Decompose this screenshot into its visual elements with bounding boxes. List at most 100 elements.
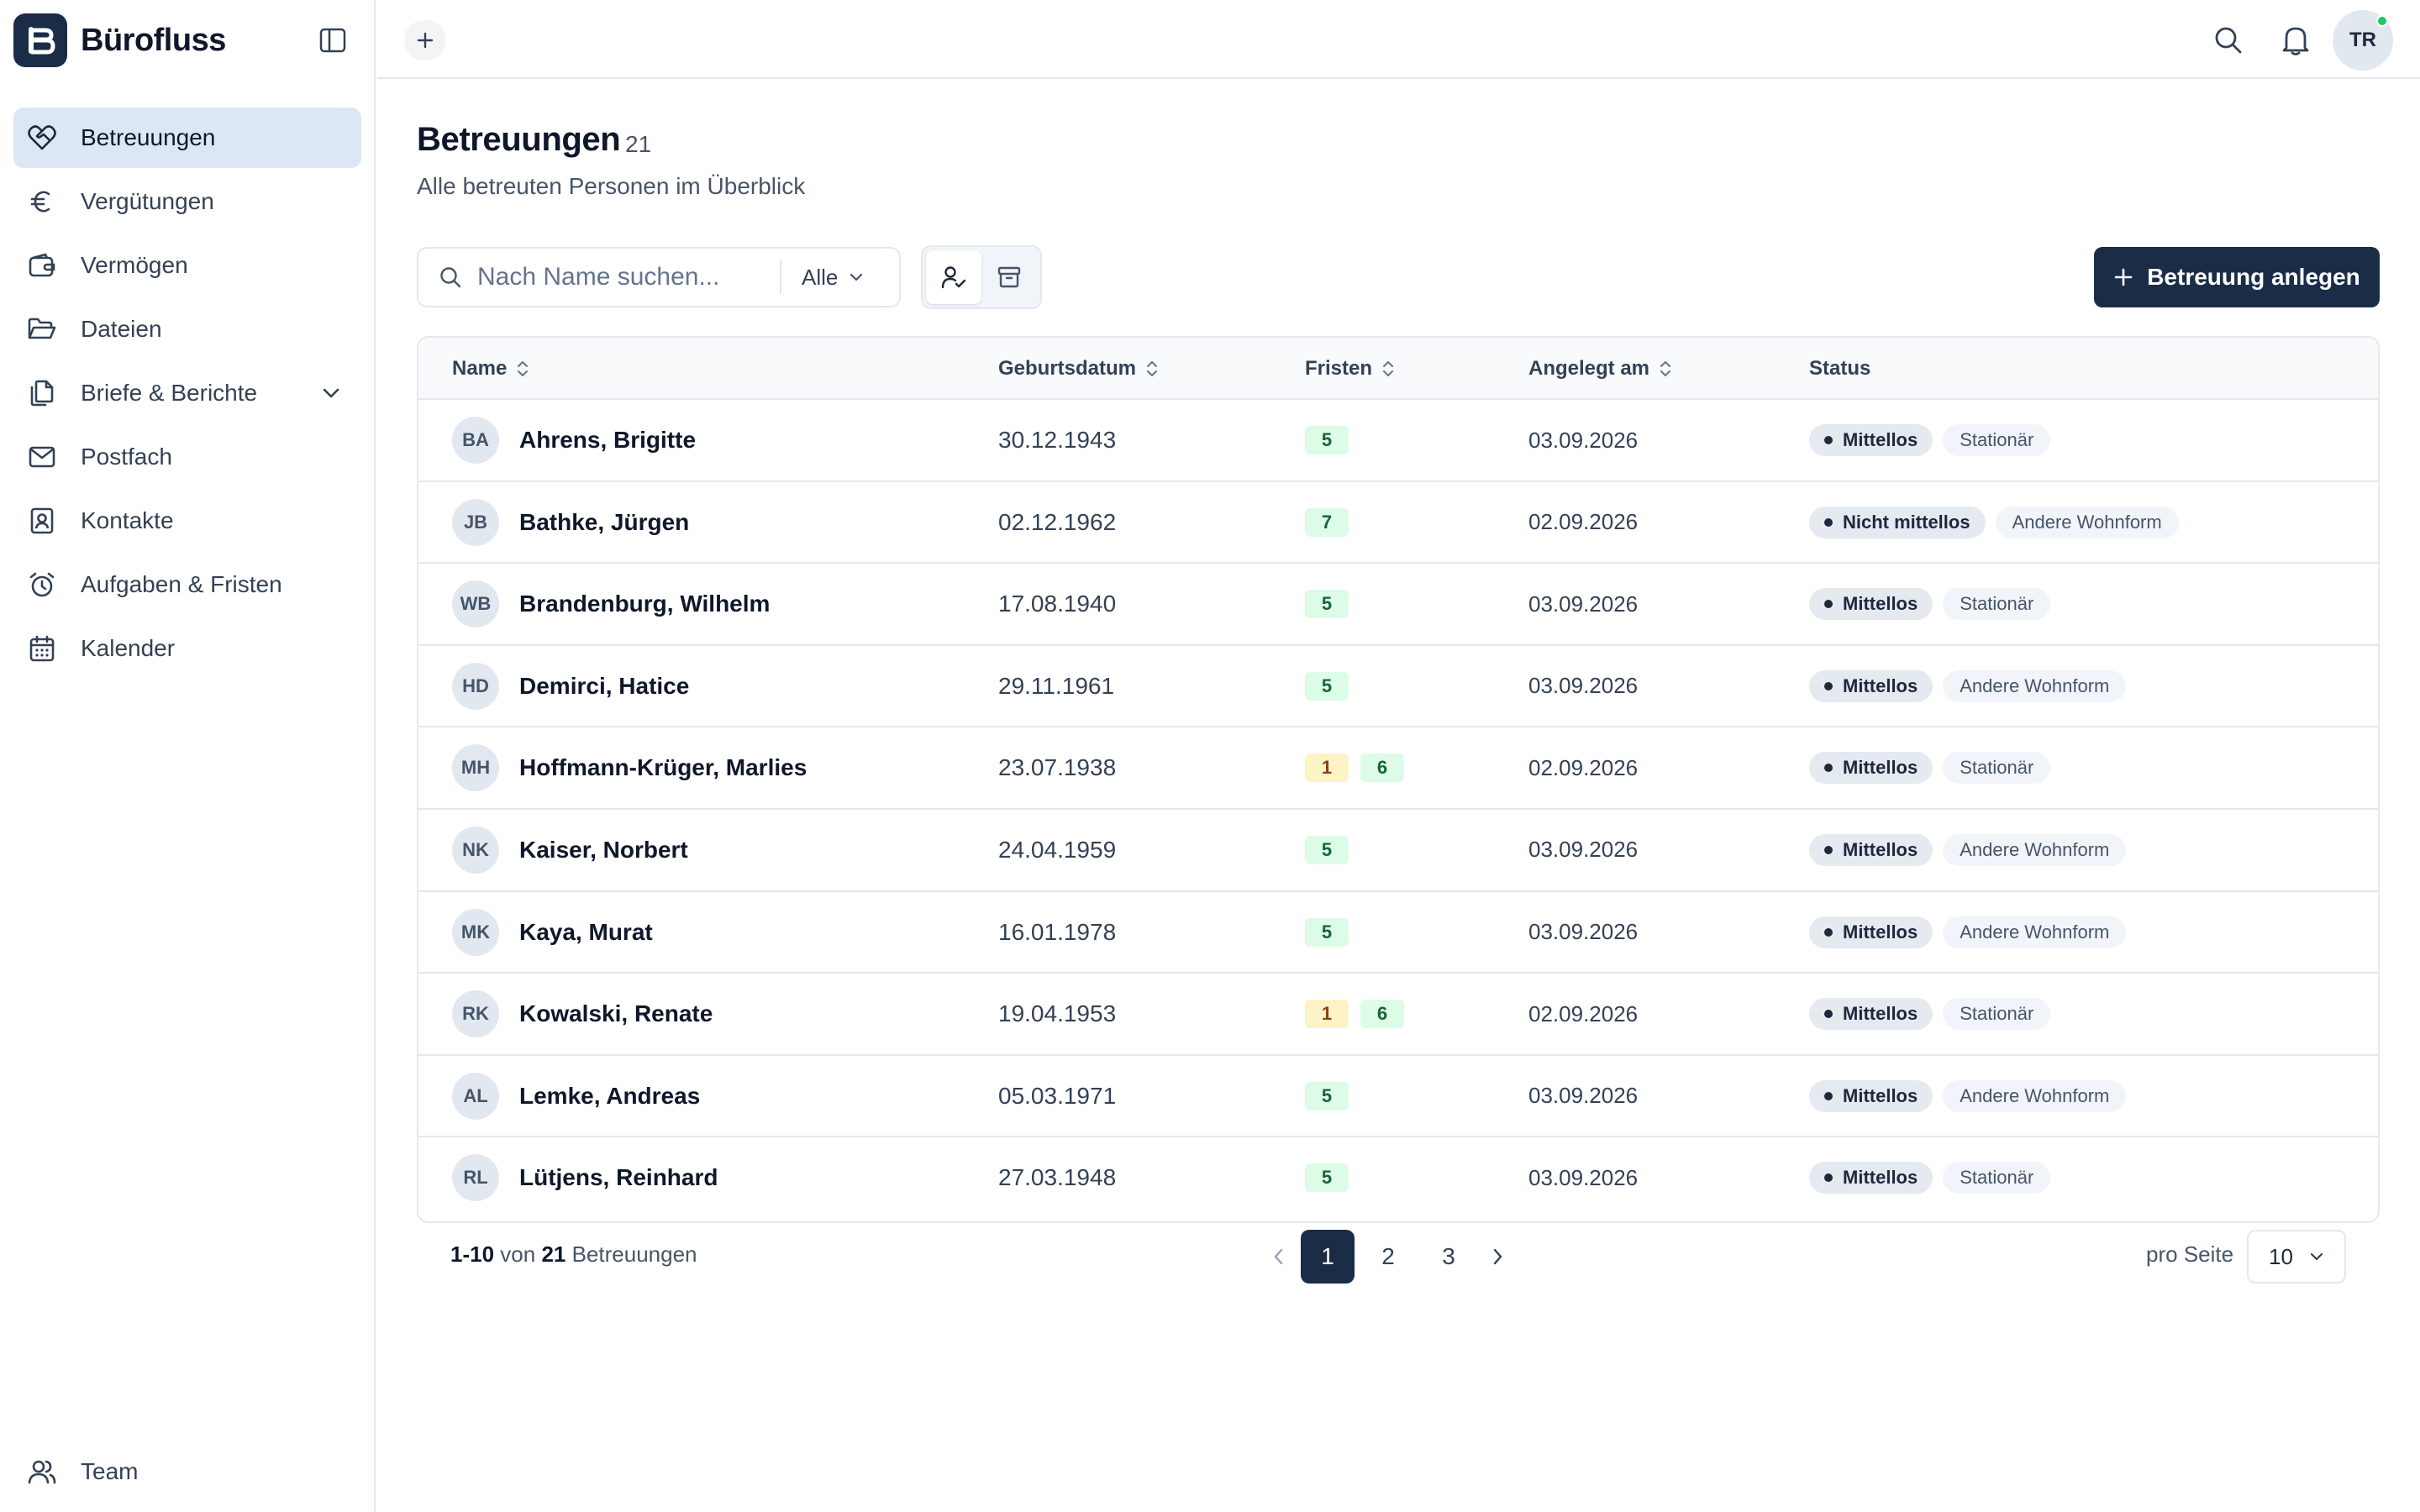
user-avatar[interactable]: TR bbox=[2333, 10, 2393, 71]
status-badge: Mittellos bbox=[1809, 669, 1933, 702]
person-name[interactable]: Demirci, Hatice bbox=[519, 673, 689, 700]
table-row[interactable]: BA Ahrens, Brigitte 30.12.1943 5 03.09.2026 M… bbox=[418, 400, 2378, 482]
per-page-select[interactable]: 10 bbox=[2247, 1230, 2346, 1284]
filter-value: Alle bbox=[802, 264, 839, 290]
search-button[interactable] bbox=[2212, 24, 2245, 57]
chevron-right-icon bbox=[1493, 1248, 1502, 1265]
filter-select[interactable]: Alle bbox=[802, 265, 865, 291]
page-button-3[interactable]: 3 bbox=[1422, 1230, 1476, 1284]
person-name[interactable]: Kaya, Murat bbox=[519, 919, 653, 946]
pagination-info: 1-10 von 21 Betreuungen bbox=[450, 1242, 697, 1268]
sidebar-item-label: Kontakte bbox=[81, 507, 174, 533]
person-name[interactable]: Hoffmann-Krüger, Marlies bbox=[519, 754, 807, 781]
page-button-1[interactable]: 1 bbox=[1301, 1230, 1355, 1284]
name-cell: JB Bathke, Jürgen bbox=[452, 482, 689, 563]
archive-toggle[interactable] bbox=[981, 250, 1037, 304]
table-row[interactable]: RL Lütjens, Reinhard 27.03.1948 5 03.09.2026… bbox=[418, 1137, 2378, 1220]
per-page-label: pro Seite bbox=[2146, 1242, 2234, 1267]
person-name[interactable]: Kowalski, Renate bbox=[519, 1000, 713, 1027]
person-name[interactable]: Brandenburg, Wilhelm bbox=[519, 591, 770, 617]
chevron-down-icon[interactable] bbox=[321, 383, 341, 403]
previous-page-button[interactable] bbox=[1260, 1230, 1297, 1284]
active-persons-toggle[interactable] bbox=[926, 250, 981, 304]
table-row[interactable]: MK Kaya, Murat 16.01.1978 5 03.09.2026 Mittel… bbox=[418, 892, 2378, 974]
calendar-icon bbox=[27, 633, 57, 664]
user-check-icon bbox=[941, 266, 966, 289]
status-badge: Mittellos bbox=[1809, 998, 1933, 1031]
status-label: Mittellos bbox=[1843, 675, 1918, 696]
sidebar-item-verguetungen[interactable]: Vergütungen bbox=[13, 171, 361, 232]
status-cell: Mittellos Andere Wohnform bbox=[1809, 810, 2127, 890]
sidebar-item-vermoegen[interactable]: Vermögen bbox=[13, 235, 361, 296]
page-subtitle: Alle betreuten Personen im Überblick bbox=[417, 173, 806, 199]
person-name[interactable]: Lütjens, Reinhard bbox=[519, 1164, 718, 1191]
sidebar-item-briefe-berichte[interactable]: Briefe & Berichte bbox=[13, 363, 361, 423]
notifications-button[interactable] bbox=[2279, 24, 2312, 57]
table-body: BA Ahrens, Brigitte 30.12.1943 5 03.09.2026 M… bbox=[418, 400, 2378, 1220]
column-header-geburtsdatum[interactable]: Geburtsdatum bbox=[998, 338, 1160, 400]
status-label: Mittellos bbox=[1843, 757, 1918, 779]
person-name[interactable]: Lemke, Andreas bbox=[519, 1083, 700, 1110]
birth-date: 27.03.1948 bbox=[998, 1164, 1117, 1191]
deadlines-cell: 5 bbox=[1305, 400, 1360, 480]
birth-date: 05.03.1971 bbox=[998, 1082, 1117, 1109]
status-label: Mittellos bbox=[1843, 1167, 1918, 1189]
sidebar-item-postfach[interactable]: Postfach bbox=[13, 427, 361, 487]
created-date: 03.09.2026 bbox=[1528, 673, 1639, 699]
sidebar-item-dateien[interactable]: Dateien bbox=[13, 299, 361, 360]
column-header-fristen[interactable]: Fristen bbox=[1305, 338, 1396, 400]
table-row[interactable]: NK Kaiser, Norbert 24.04.1959 5 03.09.2026 Mi… bbox=[418, 810, 2378, 892]
status-cell: Nicht mittellos Andere Wohnform bbox=[1809, 482, 2179, 563]
create-betreuung-button[interactable]: Betreuung anlegen bbox=[2094, 247, 2380, 307]
app-name: Bürofluss bbox=[81, 22, 226, 58]
deadline-badge-open: 5 bbox=[1305, 671, 1349, 701]
sidebar-item-aufgaben-fristen[interactable]: Aufgaben & Fristen bbox=[13, 554, 361, 615]
pagination: 1 2 3 bbox=[1260, 1230, 1516, 1284]
avatar: WB bbox=[452, 580, 499, 628]
sidebar-bottom: Team bbox=[13, 1441, 361, 1505]
quick-add-button[interactable] bbox=[404, 20, 446, 60]
sidebar-item-kontakte[interactable]: Kontakte bbox=[13, 491, 361, 551]
person-name[interactable]: Bathke, Jürgen bbox=[519, 509, 689, 536]
name-cell: MK Kaya, Murat bbox=[452, 892, 653, 973]
table-row[interactable]: WB Brandenburg, Wilhelm 17.08.1940 5 03.09.2… bbox=[418, 564, 2378, 646]
avatar: RK bbox=[452, 990, 499, 1038]
created-date: 03.09.2026 bbox=[1528, 427, 1639, 453]
sidebar-item-kalender[interactable]: Kalender bbox=[13, 618, 361, 679]
deadline-badge-open: 5 bbox=[1305, 1163, 1349, 1193]
sidebar-toggle-button[interactable] bbox=[316, 25, 350, 55]
sidebar-item-label: Betreuungen bbox=[81, 124, 216, 150]
sidebar-item-team[interactable]: Team bbox=[13, 1441, 361, 1502]
sort-icon bbox=[1383, 361, 1394, 376]
name-cell: NK Kaiser, Norbert bbox=[452, 810, 688, 890]
page-button-2[interactable]: 2 bbox=[1361, 1230, 1415, 1284]
person-name[interactable]: Kaiser, Norbert bbox=[519, 837, 688, 864]
table-row[interactable]: MH Hoffmann-Krüger, Marlies 23.07.1938 1 6 02… bbox=[418, 727, 2378, 810]
column-label: Geburtsdatum bbox=[998, 357, 1137, 380]
chevron-down-icon bbox=[2310, 1252, 2323, 1261]
next-page-button[interactable] bbox=[1479, 1230, 1516, 1284]
table-row[interactable]: RK Kowalski, Renate 19.04.1953 1 6 02.09.2026… bbox=[418, 974, 2378, 1056]
avatar: JB bbox=[452, 498, 499, 546]
brand[interactable]: Bürofluss bbox=[13, 13, 226, 67]
person-name[interactable]: Ahrens, Brigitte bbox=[519, 427, 696, 454]
name-cell: RL Lütjens, Reinhard bbox=[452, 1137, 718, 1218]
status-dot bbox=[1824, 1173, 1833, 1183]
sort-icon bbox=[1147, 361, 1158, 376]
table-header: Name Geburtsdatum Fristen Angelegt am St… bbox=[418, 338, 2378, 400]
search-input[interactable] bbox=[477, 263, 780, 291]
status-cell: Mittellos Stationär bbox=[1809, 727, 2051, 808]
sidebar-item-label: Dateien bbox=[81, 316, 162, 342]
status-dot bbox=[1824, 1010, 1833, 1019]
panel-left-icon bbox=[319, 28, 346, 53]
deadlines-cell: 5 bbox=[1305, 1137, 1360, 1218]
table-row[interactable]: JB Bathke, Jürgen 02.12.1962 7 02.09.2026 Nic… bbox=[418, 482, 2378, 564]
table-row[interactable]: HD Demirci, Hatice 29.11.1961 5 03.09.2026 Mi… bbox=[418, 646, 2378, 728]
table-row[interactable]: AL Lemke, Andreas 05.03.1971 5 03.09.2026 Mit… bbox=[418, 1056, 2378, 1138]
avatar: NK bbox=[452, 826, 499, 874]
sidebar-item-betreuungen[interactable]: Betreuungen bbox=[13, 108, 361, 168]
column-header-name[interactable]: Name bbox=[452, 338, 530, 400]
deadline-badge-open: 6 bbox=[1360, 1000, 1404, 1029]
column-header-angelegt-am[interactable]: Angelegt am bbox=[1528, 338, 1673, 400]
living-arrangement-badge: Stationär bbox=[1943, 588, 2051, 621]
